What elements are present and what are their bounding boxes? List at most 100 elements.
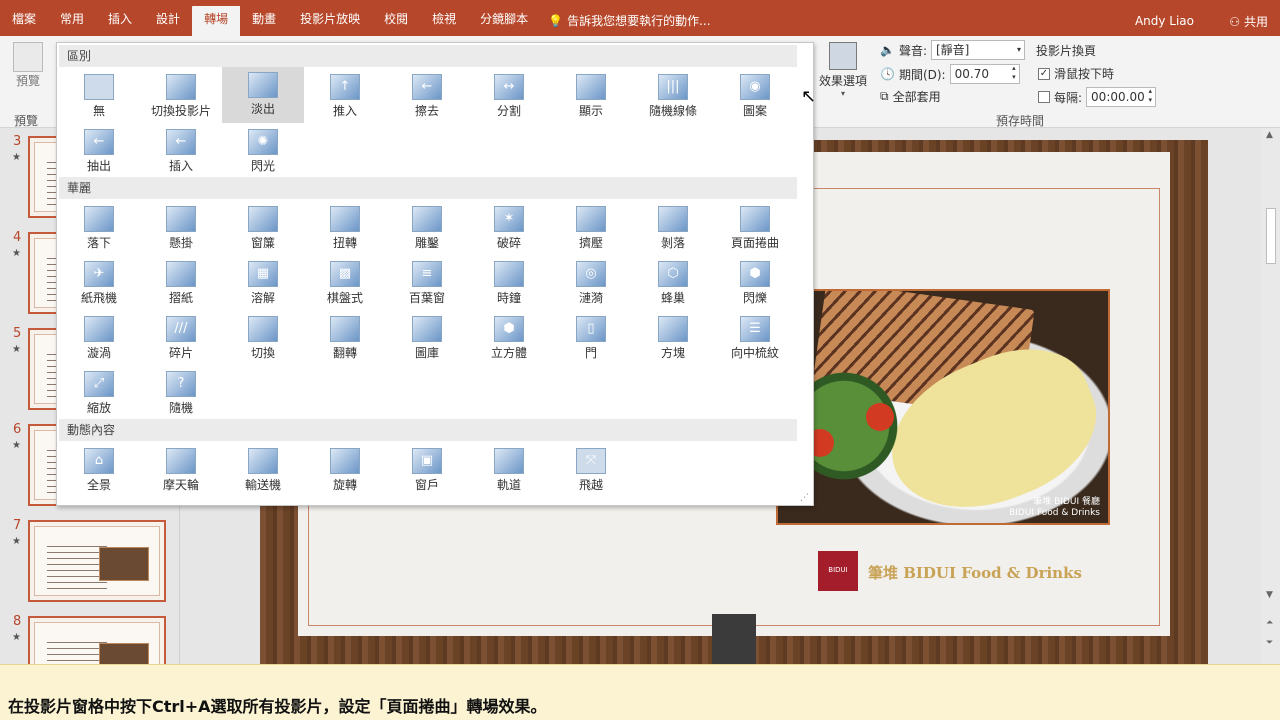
after-checkbox[interactable] xyxy=(1038,91,1050,103)
resize-grip-icon[interactable]: ⋰ xyxy=(800,493,809,503)
on-click-checkbox[interactable]: ✓ xyxy=(1038,67,1050,80)
slide-shape[interactable] xyxy=(712,614,756,664)
transition-drape[interactable]: 懸掛 xyxy=(140,201,222,255)
transition-cube[interactable]: ⬢ 立方體 xyxy=(468,311,550,365)
transition-gallery-effect[interactable]: 圖庫 xyxy=(386,311,468,365)
tab-slideshow[interactable]: 投影片放映 xyxy=(288,6,372,36)
transition-checkerboard[interactable]: ▩ 棋盤式 xyxy=(304,256,386,310)
spinner-icon[interactable]: ▴ ▾ xyxy=(1012,64,1016,82)
after-time-input[interactable]: 00:00.00 ▴ ▾ xyxy=(1086,87,1157,107)
transition-random-bars[interactable]: ||| 隨機線條 xyxy=(632,69,714,123)
transition-label: 漣漪 xyxy=(578,291,603,305)
transition-clock[interactable]: 時鐘 xyxy=(468,256,550,310)
transition-vortex[interactable]: 漩渦 xyxy=(58,311,140,365)
user-name[interactable]: Andy Liao xyxy=(1135,14,1194,28)
transition-split[interactable]: ↔ 分割 xyxy=(468,69,550,123)
transition-window[interactable]: ▣ 窗戶 xyxy=(386,443,468,497)
slide-thumbnail[interactable] xyxy=(28,520,166,602)
transition-ripple[interactable]: ◎ 漣漪 xyxy=(550,256,632,310)
transition-label: 摺紙 xyxy=(168,291,193,305)
tab-animations[interactable]: 動畫 xyxy=(240,6,288,36)
transition-fracture[interactable]: ✶ 破碎 xyxy=(468,201,550,255)
effect-options-button[interactable]: 效果選項 ▾ xyxy=(816,42,870,98)
prev-slide-icon[interactable]: ⏶ xyxy=(1266,618,1273,628)
tab-file[interactable]: 檔案 xyxy=(0,6,48,36)
transition-label: 碎片 xyxy=(168,346,193,360)
transition-label: 插入 xyxy=(168,159,193,173)
slide-thumbnail[interactable] xyxy=(28,616,166,664)
transition-curtains[interactable]: 窗簾 xyxy=(222,201,304,255)
transition-none[interactable]: 無 xyxy=(58,69,140,123)
tab-review[interactable]: 校閱 xyxy=(372,6,420,36)
vertical-scrollbar[interactable]: ▲ ▼ ⏶ ⏷ xyxy=(1262,128,1280,664)
scroll-down-icon[interactable]: ▼ xyxy=(1266,590,1273,600)
on-mouse-click-option[interactable]: ✓ 滑鼠按下時 xyxy=(1038,65,1114,82)
transition-flip[interactable]: 翻轉 xyxy=(304,311,386,365)
preview-button[interactable]: 預覽 xyxy=(8,42,48,89)
transition-honeycomb[interactable]: ⬡ 蜂巢 xyxy=(632,256,714,310)
share-button[interactable]: ⚇ 共用 xyxy=(1229,13,1268,30)
transition-fly-through[interactable]: ⤧ 飛越 xyxy=(550,443,632,497)
instruction-caption: 在投影片窗格中按下Ctrl+A選取所有投影片，設定「頁面捲曲」轉場效果。 xyxy=(8,697,547,716)
sound-select[interactable]: [靜音] ▾ xyxy=(931,40,1025,60)
tab-design[interactable]: 設計 xyxy=(144,6,192,36)
transition-label: 圖案 xyxy=(742,104,767,118)
apply-all-button[interactable]: ⧉ 全部套用 xyxy=(880,88,941,105)
animation-star-icon: ★ xyxy=(12,344,21,355)
transition-reveal[interactable]: 顯示 xyxy=(550,69,632,123)
transition-random[interactable]: ? 隨機 xyxy=(140,366,222,420)
food-photo[interactable]: 筆堆 BIDUI 餐廳 BIDUI Food & Drinks xyxy=(776,289,1110,525)
transition-fall-over[interactable]: 落下 xyxy=(58,201,140,255)
transition-switch[interactable]: 切換 xyxy=(222,311,304,365)
transition-peel-off[interactable]: 剝落 xyxy=(632,201,714,255)
transition-uncover[interactable]: ← 抽出 xyxy=(58,124,140,178)
transition-push[interactable]: ↑ 推入 xyxy=(304,69,386,123)
transition-zoom[interactable]: ⤢ 縮放 xyxy=(58,366,140,420)
transition-box[interactable]: 方塊 xyxy=(632,311,714,365)
spinner-icon[interactable]: ▴ ▾ xyxy=(1149,87,1153,105)
tab-view[interactable]: 檢視 xyxy=(420,6,468,36)
transition-rotate[interactable]: 旋轉 xyxy=(304,443,386,497)
transition-dissolve[interactable]: ▦ 溶解 xyxy=(222,256,304,310)
transition-cut[interactable]: 切換投影片 xyxy=(140,69,222,123)
transition-pan[interactable]: ⌂ 全景 xyxy=(58,443,140,497)
transition-label: 破碎 xyxy=(496,236,521,250)
tab-transitions[interactable]: 轉場 xyxy=(192,6,241,36)
transition-prestige[interactable]: 雕鑿 xyxy=(386,201,468,255)
transition-label: 顯示 xyxy=(578,104,603,118)
transition-airplane[interactable]: ✈ 紙飛機 xyxy=(58,256,140,310)
thumbnail-number: 7 xyxy=(13,518,22,533)
tab-storyboard[interactable]: 分鏡腳本 xyxy=(468,6,540,36)
transition-fade[interactable]: 淡出 xyxy=(222,67,304,123)
next-slide-icon[interactable]: ⏷ xyxy=(1266,638,1273,648)
scrollbar-thumb[interactable] xyxy=(1266,208,1276,264)
transition-shape[interactable]: ◉ 圖案 xyxy=(714,69,796,123)
thumbnail-number: 8 xyxy=(13,614,22,629)
transition-doors[interactable]: ▯ 門 xyxy=(550,311,632,365)
scroll-up-icon[interactable]: ▲ xyxy=(1266,130,1273,140)
transition-label: 蜂巢 xyxy=(660,291,685,305)
tell-me-box[interactable]: 💡 告訴我您想要執行的動作... xyxy=(548,6,710,36)
transition-wipe[interactable]: ← 擦去 xyxy=(386,69,468,123)
transition-crush[interactable]: 擠壓 xyxy=(550,201,632,255)
transition-wind[interactable]: 扭轉 xyxy=(304,201,386,255)
effect-options-label: 效果選項 xyxy=(818,74,867,88)
transition-shred[interactable]: /// 碎片 xyxy=(140,311,222,365)
brand-name: 筆堆 BIDUI Food & Drinks xyxy=(868,564,1082,582)
section-subtle: 區別 xyxy=(59,45,797,67)
transition-page-curl[interactable]: 頁面捲曲 xyxy=(714,201,796,255)
transition-icon xyxy=(166,261,196,287)
transition-origami[interactable]: 摺紙 xyxy=(140,256,222,310)
tab-home[interactable]: 常用 xyxy=(48,6,96,36)
transition-glitter[interactable]: ⬢ 閃爍 xyxy=(714,256,796,310)
transition-comb[interactable]: ☰ 向中梳紋 xyxy=(714,311,796,365)
transition-conveyor[interactable]: 輸送機 xyxy=(222,443,304,497)
transition-ferris-wheel[interactable]: 摩天輪 xyxy=(140,443,222,497)
transition-blinds[interactable]: ≡ 百葉窗 xyxy=(386,256,468,310)
duration-input[interactable]: 00.70 ▴ ▾ xyxy=(949,64,1020,84)
transition-orbit[interactable]: 軌道 xyxy=(468,443,550,497)
transition-cover[interactable]: ← 插入 xyxy=(140,124,222,178)
transition-flash[interactable]: ✺ 閃光 xyxy=(222,124,304,178)
transition-icon xyxy=(330,448,360,474)
tab-insert[interactable]: 插入 xyxy=(96,6,144,36)
